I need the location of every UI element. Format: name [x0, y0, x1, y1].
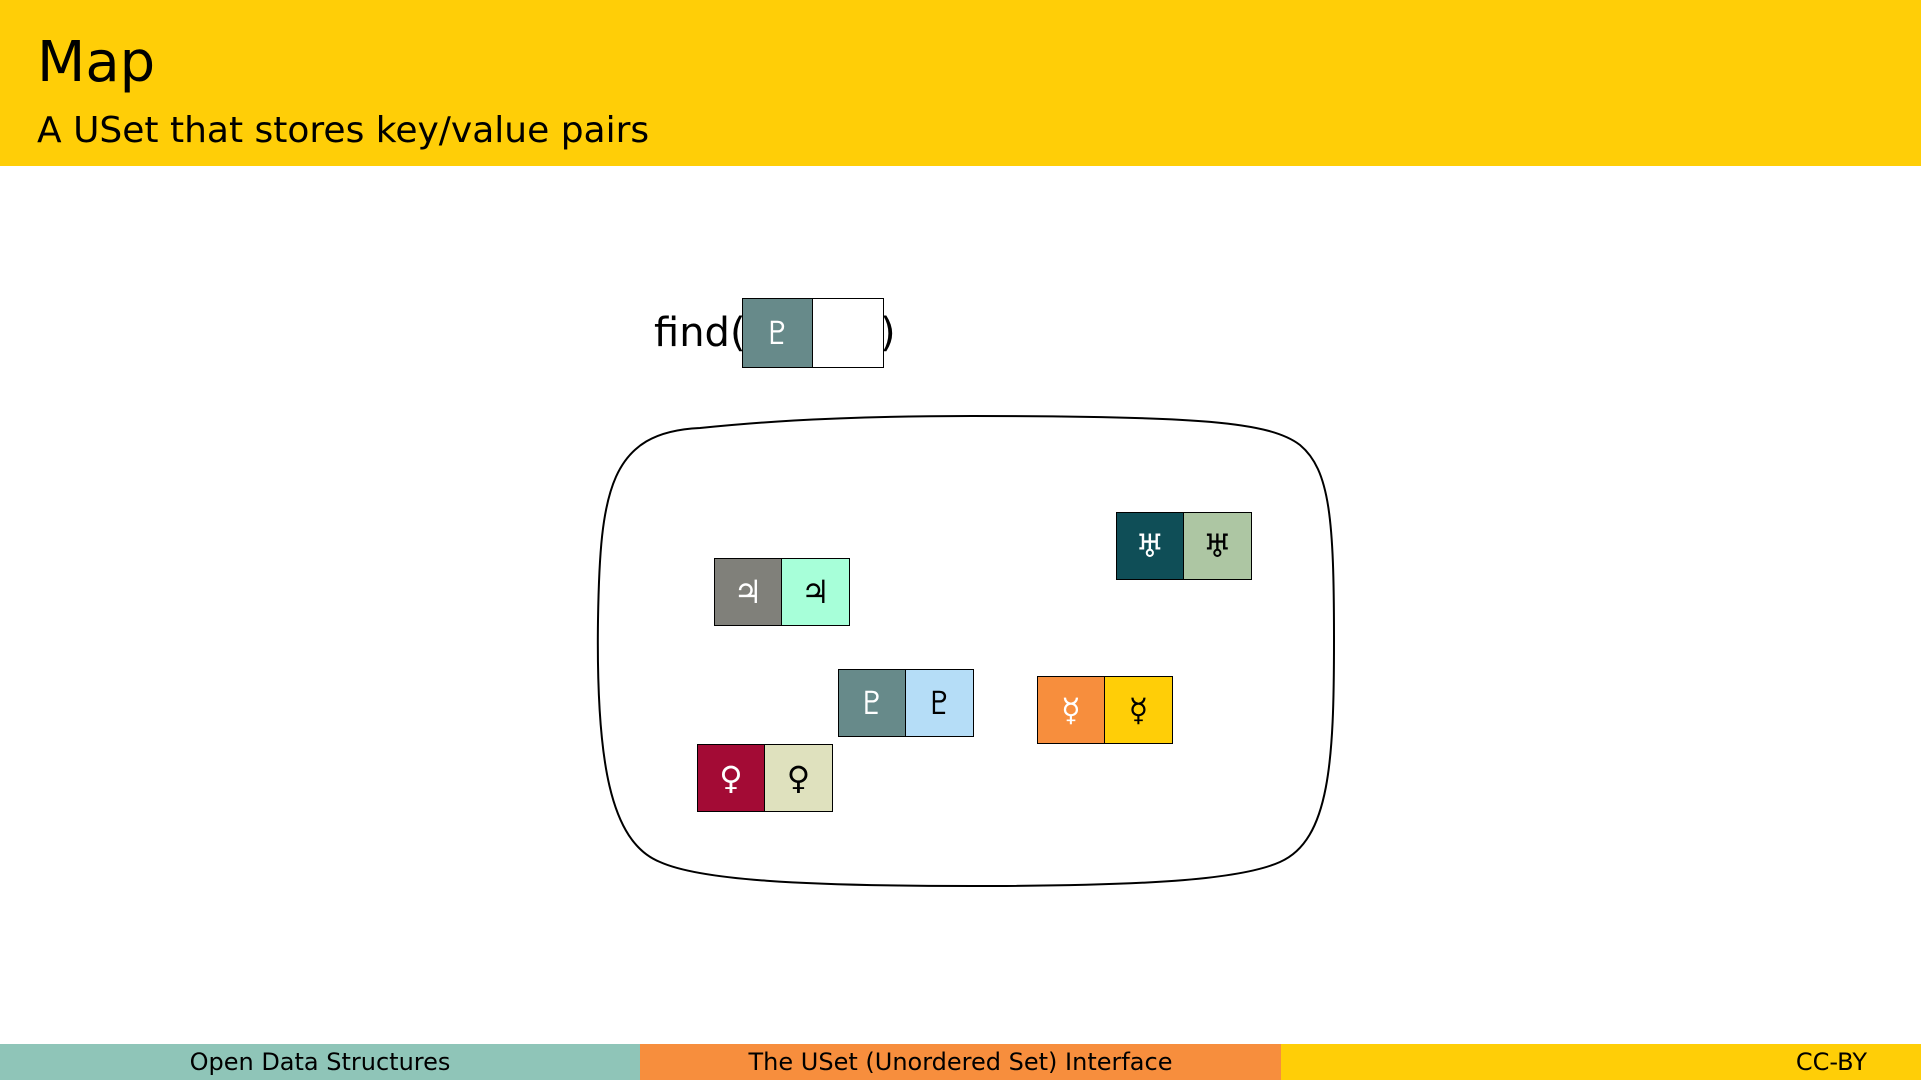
pluto-key-cell: ♇ — [838, 669, 906, 737]
jupiter-value-cell: ♃ — [782, 558, 850, 626]
jupiter-key-cell: ♃ — [714, 558, 782, 626]
pair-venus: ♀ ♀ — [697, 744, 833, 812]
footer-right: CC-BY — [1281, 1044, 1921, 1080]
footer-left: Open Data Structures — [0, 1044, 640, 1080]
uranus-key-cell: ♅ — [1116, 512, 1184, 580]
pair-uranus: ♅ ♅ — [1116, 512, 1252, 580]
slide-footer: Open Data Structures The USet (Unordered… — [0, 1044, 1921, 1080]
footer-center: The USet (Unordered Set) Interface — [640, 1044, 1281, 1080]
pair-mercury: ☿ ☿ — [1037, 676, 1173, 744]
mercury-key-cell: ☿ — [1037, 676, 1105, 744]
pluto-value-cell: ♇ — [906, 669, 974, 737]
venus-key-cell: ♀ — [697, 744, 765, 812]
pair-pluto: ♇ ♇ — [838, 669, 974, 737]
venus-value-cell: ♀ — [765, 744, 833, 812]
mercury-value-cell: ☿ — [1105, 676, 1173, 744]
pair-jupiter: ♃ ♃ — [714, 558, 850, 626]
set-boundary — [596, 414, 1336, 888]
uranus-value-cell: ♅ — [1184, 512, 1252, 580]
